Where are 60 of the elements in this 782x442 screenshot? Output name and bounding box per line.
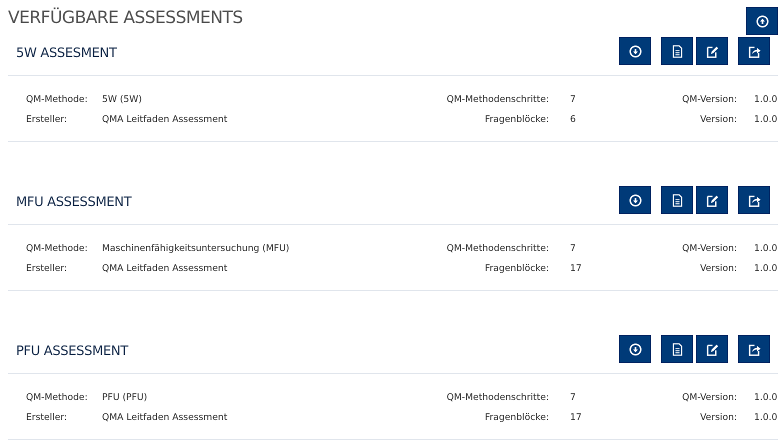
section-title: PFU ASSESSMENT xyxy=(16,343,128,361)
section-title: 5W ASSESMENT xyxy=(16,45,117,63)
document-icon xyxy=(670,342,684,356)
document-icon xyxy=(670,44,684,58)
field-label: QM-Methodenschritte: xyxy=(446,93,549,107)
edit-button[interactable] xyxy=(696,186,728,214)
field-label: QM-Version: xyxy=(681,391,737,405)
field-value: 7 xyxy=(569,93,577,107)
field-label: Ersteller: xyxy=(26,112,68,126)
field-value: Maschinenfähigkeitsuntersuchung (MFU) xyxy=(102,242,290,256)
field-value: 17 xyxy=(569,262,581,276)
field-label: QM-Methode: xyxy=(26,391,89,405)
upload-icon xyxy=(756,14,768,28)
download-button[interactable] xyxy=(619,37,651,65)
export-button[interactable] xyxy=(738,37,770,65)
field-label: QM-Methode: xyxy=(26,242,89,256)
export-icon xyxy=(748,44,760,58)
download-icon xyxy=(628,194,642,206)
field-value: QMA Leitfaden Assessment xyxy=(102,112,228,126)
export-button[interactable] xyxy=(738,335,770,363)
download-button[interactable] xyxy=(619,186,651,214)
field-label: Version: xyxy=(699,410,737,424)
field-label: Version: xyxy=(699,262,737,276)
field-label: QM-Methodenschritte: xyxy=(446,391,549,405)
field-value: 7 xyxy=(569,242,577,256)
edit-icon xyxy=(706,194,718,206)
edit-icon xyxy=(706,44,718,58)
edit-icon xyxy=(706,342,718,356)
field-label: QM-Methodenschritte: xyxy=(446,242,549,256)
field-label: QM-Version: xyxy=(681,93,737,107)
field-value: 6 xyxy=(569,112,577,126)
field-value: QMA Leitfaden Assessment xyxy=(102,262,228,276)
export-button[interactable] xyxy=(738,186,770,214)
section-title: MFU ASSESSMENT xyxy=(16,194,132,212)
document-button[interactable] xyxy=(661,37,693,65)
field-value: 17 xyxy=(569,410,581,424)
download-button[interactable] xyxy=(619,335,651,363)
field-label: Version: xyxy=(699,112,737,126)
field-value: PFU (PFU) xyxy=(102,391,148,405)
edit-button[interactable] xyxy=(696,37,728,65)
field-label: QM-Methode: xyxy=(26,93,89,107)
document-icon xyxy=(670,194,684,206)
field-value: QMA Leitfaden Assessment xyxy=(102,410,228,424)
field-value: 7 xyxy=(569,391,577,405)
download-icon xyxy=(628,44,642,58)
document-button[interactable] xyxy=(661,186,693,214)
field-label: Fragenblöcke: xyxy=(484,112,549,126)
field-label: Ersteller: xyxy=(26,262,68,276)
field-label: Ersteller: xyxy=(26,410,68,424)
export-icon xyxy=(748,342,760,356)
edit-button[interactable] xyxy=(696,335,728,363)
page-title: VERFÜGBARE ASSESSMENTS xyxy=(8,6,243,28)
download-icon xyxy=(628,342,642,356)
field-label: Fragenblöcke: xyxy=(484,410,549,424)
field-label: QM-Version: xyxy=(681,242,737,256)
upload-button[interactable] xyxy=(746,7,778,35)
document-button[interactable] xyxy=(661,335,693,363)
export-icon xyxy=(748,194,760,206)
field-label: Fragenblöcke: xyxy=(484,262,549,276)
field-value: 5W (5W) xyxy=(102,93,143,107)
